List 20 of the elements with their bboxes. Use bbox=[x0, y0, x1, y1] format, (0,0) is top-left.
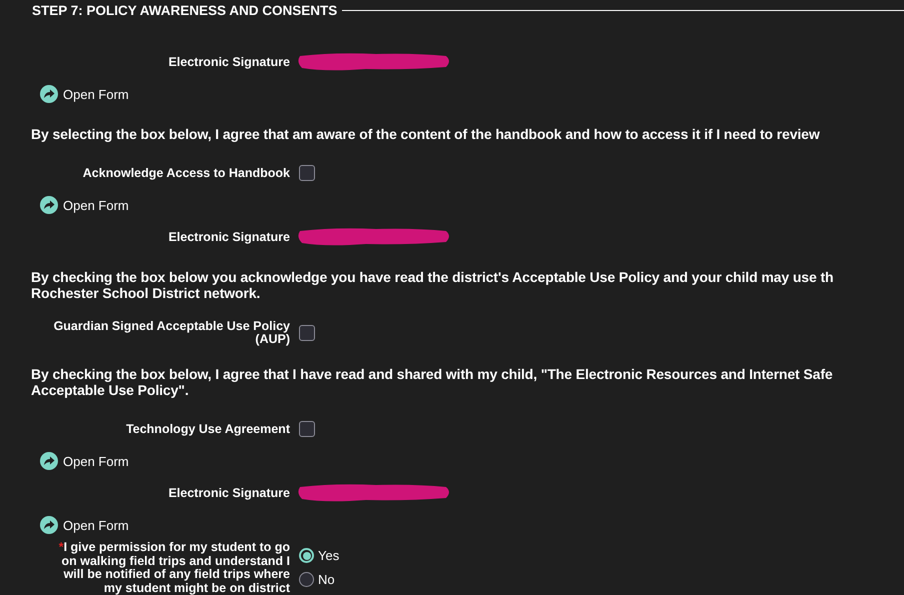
checkbox[interactable] bbox=[299, 421, 315, 437]
checkbox-label: Acknowledge Access to Handbook bbox=[82, 166, 290, 180]
open-form-link[interactable]: Open Form bbox=[40, 516, 129, 534]
question-label: *I give permission for my student to go on walking field trips and understand I will be notified of any field trips where my student might be on district bbox=[58, 541, 290, 595]
checkbox-label: Guardian Signed Acceptable Use Policy (AUP) bbox=[52, 320, 290, 346]
instruction-paragraph: By checking the box below you acknowledge you have read the district's Acceptable Use Policy and your child may use th Rochester School District network. bbox=[30, 269, 834, 301]
open-form-link[interactable]: Open Form bbox=[40, 452, 129, 470]
radio-option[interactable]: No bbox=[299, 572, 340, 587]
instruction-paragraph: By checking the box below, I agree that I have read and shared with my child, "The Electronic Resources and Internet Safe Acceptable Use Policy". bbox=[30, 366, 834, 398]
checkbox[interactable] bbox=[299, 325, 315, 341]
field-label: Electronic Signature bbox=[167, 230, 290, 244]
field-label: Electronic Signature bbox=[167, 486, 290, 500]
radio-option[interactable]: Yes bbox=[299, 548, 340, 563]
open-form-link[interactable]: Open Form bbox=[40, 85, 129, 103]
field-label: Electronic Signature bbox=[167, 55, 290, 69]
checkbox-label: Technology Use Agreement bbox=[125, 422, 290, 436]
open-form-link[interactable]: Open Form bbox=[40, 196, 129, 214]
instruction-paragraph: By selecting the box below, I agree that am aware of the content of the handbook and how to access it if I need to review bbox=[30, 126, 821, 142]
checkbox[interactable] bbox=[299, 165, 315, 181]
section-title: STEP 7: POLICY AWARENESS AND CONSENTS bbox=[32, 2, 338, 18]
